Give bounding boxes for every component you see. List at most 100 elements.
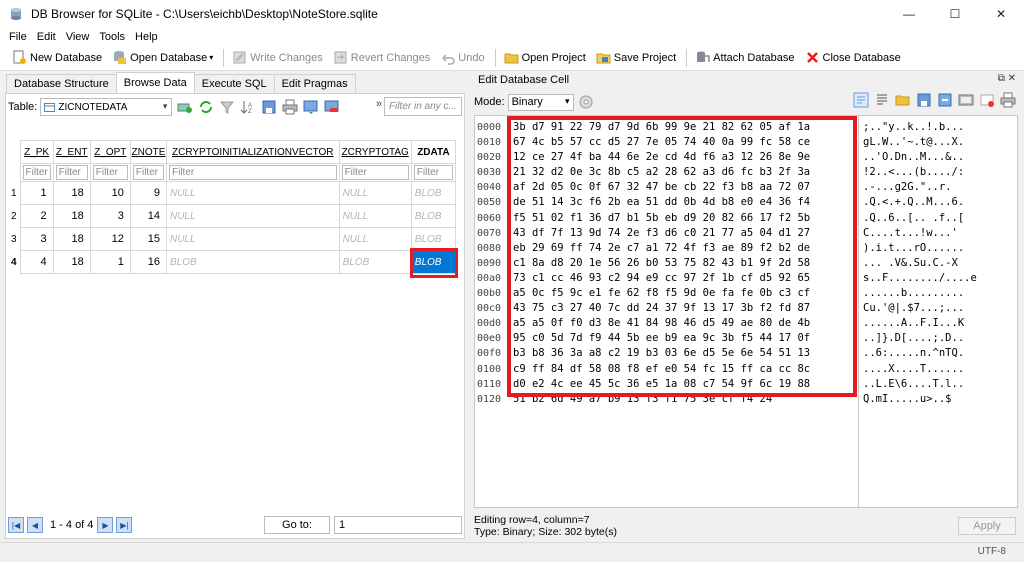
column-header-zcryptotag[interactable]: ZCRYPTOTAG — [338, 140, 412, 164]
close-database-button[interactable]: Close Database — [801, 47, 905, 69]
tab-execute-sql[interactable]: Execute SQL — [193, 74, 275, 93]
cell[interactable]: NULL — [165, 227, 340, 251]
hex-ascii-column[interactable]: ;.."y..k..!.b... gL.W..'~.t@...X. ..'O.Dn.… — [863, 120, 1013, 407]
undo-button[interactable]: Undo — [436, 47, 488, 69]
minimize-button[interactable]: — — [886, 0, 932, 28]
tab-browse-data[interactable]: Browse Data — [115, 72, 195, 93]
menu-help[interactable]: Help — [130, 31, 163, 43]
hex-ascii-row[interactable]: ..]}.D[....;.D.. — [863, 331, 1013, 346]
first-record-button[interactable]: |◀ — [8, 517, 24, 533]
more-chevron-icon[interactable]: » — [376, 98, 382, 110]
go-to-button[interactable]: Go to: — [264, 516, 330, 534]
cell[interactable]: 1 — [89, 250, 131, 274]
cell[interactable]: 10 — [89, 181, 131, 205]
hex-byte-row[interactable]: 43 df 7f 13 9d 74 2e f3 d6 c0 21 77 a5 0… — [513, 226, 857, 241]
cell[interactable]: 4 — [19, 250, 54, 274]
filter-input-zcryptotag[interactable]: Filter — [341, 165, 409, 180]
hex-ascii-row[interactable]: ....X....T...... — [863, 362, 1013, 377]
hex-ascii-row[interactable]: .Q.<.+.Q..M...6. — [863, 195, 1013, 210]
filter-input-zcryptoinitializationvector[interactable]: Filter — [168, 165, 337, 180]
row-number[interactable]: 3 — [8, 228, 20, 251]
column-header-zdata[interactable]: ZDATA — [410, 140, 457, 164]
cell[interactable]: 9 — [129, 181, 167, 205]
hex-ascii-row[interactable]: ..6:.....n.^nTQ. — [863, 346, 1013, 361]
selected-cell[interactable]: BLOB — [410, 250, 457, 274]
hex-editor[interactable]: 0000 0010 0020 0030 0040 0050 0060 0070 0080 0090… — [474, 115, 1018, 508]
export-file-icon[interactable] — [916, 92, 932, 108]
menu-view[interactable]: View — [61, 31, 95, 43]
cell[interactable]: 18 — [52, 204, 91, 228]
cell[interactable]: NULL — [338, 227, 412, 251]
hex-ascii-row[interactable]: .-...g2G."..r. — [863, 180, 1013, 195]
hex-ascii-row[interactable]: gL.W..'~.t@...X. — [863, 135, 1013, 150]
open-project-button[interactable]: Open Project — [500, 47, 590, 69]
word-wrap-icon[interactable] — [853, 92, 869, 108]
cell[interactable]: 18 — [52, 250, 91, 274]
clear-filters-icon[interactable] — [219, 99, 235, 115]
print-icon[interactable] — [282, 99, 298, 115]
menu-file[interactable]: File — [4, 31, 32, 43]
row-number[interactable]: 2 — [8, 205, 20, 228]
import-file-icon[interactable] — [895, 92, 911, 108]
table-select[interactable]: ZICNOTEDATA ▾ — [40, 98, 173, 116]
hex-byte-row[interactable]: d0 e2 4c ee 45 5c 36 e5 1a 08 c7 54 9f 6… — [513, 377, 857, 392]
cell[interactable]: BLOB — [410, 181, 457, 205]
open-database-button[interactable]: Open Database ▾ — [108, 47, 217, 69]
cell[interactable]: NULL — [338, 181, 412, 205]
hex-ascii-row[interactable]: ).i.t...rO...... — [863, 241, 1013, 256]
cell[interactable]: 2 — [19, 204, 54, 228]
auto-switch-mode-icon[interactable] — [578, 94, 594, 110]
hex-byte-row[interactable]: 51 b2 6d 49 a7 b9 13 f3 f1 75 3e cf f4 2… — [513, 392, 857, 407]
hex-ascii-row[interactable]: ......A..F.I...K — [863, 316, 1013, 331]
hex-bytes-column[interactable]: 3b d7 91 22 79 d7 9d 6b 99 9e 21 82 62 0… — [513, 120, 857, 407]
last-record-button[interactable]: ▶| — [116, 517, 133, 533]
hex-byte-row[interactable]: f5 51 02 f1 36 d7 b1 5b eb d9 20 82 66 1… — [513, 211, 857, 226]
hex-byte-row[interactable]: 21 32 d2 0e 3c 8b c5 a2 28 62 a3 d6 fc b… — [513, 165, 857, 180]
cell[interactable]: 16 — [129, 250, 167, 274]
column-header-z-pk[interactable]: Z_PK — [19, 140, 54, 164]
hex-ascii-row[interactable]: ;.."y..k..!.b... — [863, 120, 1013, 135]
column-header-z-opt[interactable]: Z_OPT — [89, 140, 131, 164]
cell[interactable]: BLOB — [410, 227, 457, 251]
hex-byte-row[interactable]: 95 c0 5d 7d f9 44 5b ee b9 ea 9c 3b f5 4… — [513, 331, 857, 346]
hex-ascii-row[interactable]: !2..<...(b..../: — [863, 165, 1013, 180]
cell[interactable]: NULL — [165, 181, 340, 205]
filter-any-column-input[interactable]: Filter in any c... — [384, 97, 462, 116]
menu-tools[interactable]: Tools — [94, 31, 130, 43]
cell[interactable]: 1 — [19, 181, 54, 205]
cell[interactable]: 18 — [52, 181, 91, 205]
print-cell-icon[interactable] — [1000, 92, 1016, 108]
mode-select[interactable]: Binary ▾ — [507, 93, 574, 111]
refresh-icon[interactable] — [198, 99, 214, 115]
hex-byte-row[interactable]: 3b d7 91 22 79 d7 9d 6b 99 9e 21 82 62 0… — [513, 120, 857, 135]
cell[interactable]: BLOB — [338, 250, 412, 274]
menu-edit[interactable]: Edit — [32, 31, 61, 43]
cell[interactable]: 12 — [89, 227, 131, 251]
open-in-external-app-icon[interactable] — [958, 92, 974, 108]
hex-byte-row[interactable]: a5 a5 0f f0 d3 8e 41 84 98 46 d5 49 ae 8… — [513, 316, 857, 331]
cell[interactable]: 3 — [19, 227, 54, 251]
cell[interactable]: NULL — [165, 204, 340, 228]
cell[interactable]: 15 — [129, 227, 167, 251]
cell[interactable]: NULL — [338, 204, 412, 228]
maximize-button[interactable]: ☐ — [932, 0, 978, 28]
tab-database-structure[interactable]: Database Structure — [6, 74, 117, 93]
hex-ascii-row[interactable]: ... .V&.Su.C.-X — [863, 256, 1013, 271]
go-to-input[interactable]: 1 — [334, 516, 462, 534]
filter-input-z-ent[interactable]: Filter — [55, 165, 88, 180]
open-database-dropdown-icon[interactable]: ▾ — [209, 53, 213, 62]
hex-byte-row[interactable]: 12 ce 27 4f ba 44 6e 2e cd 4d f6 a3 12 2… — [513, 150, 857, 165]
hex-byte-row[interactable]: eb 29 69 ff 74 2e c7 a1 72 4f f3 ae 89 f… — [513, 241, 857, 256]
column-header-z-ent[interactable]: Z_ENT — [52, 140, 91, 164]
hex-byte-row[interactable]: af 2d 05 0c 0f 67 32 47 be cb 22 f3 b8 a… — [513, 180, 857, 195]
filter-input-z-pk[interactable]: Filter — [22, 165, 51, 180]
previous-record-button[interactable]: ◀ — [27, 517, 43, 533]
hex-byte-row[interactable]: 67 4c b5 57 cc d5 27 7e 05 74 40 0a 99 f… — [513, 135, 857, 150]
hex-byte-row[interactable]: c1 8a d8 20 1e 56 26 b0 53 75 82 43 b1 9… — [513, 256, 857, 271]
add-record-icon[interactable] — [177, 99, 193, 115]
insert-values-icon[interactable] — [303, 99, 319, 115]
hex-ascii-row[interactable]: ..L.E\6....T.l.. — [863, 377, 1013, 392]
attach-database-button[interactable]: Attach Database — [691, 47, 798, 69]
filter-input-zdata[interactable]: Filter — [413, 165, 453, 180]
column-header-znote[interactable]: ZNOTE — [129, 140, 167, 164]
